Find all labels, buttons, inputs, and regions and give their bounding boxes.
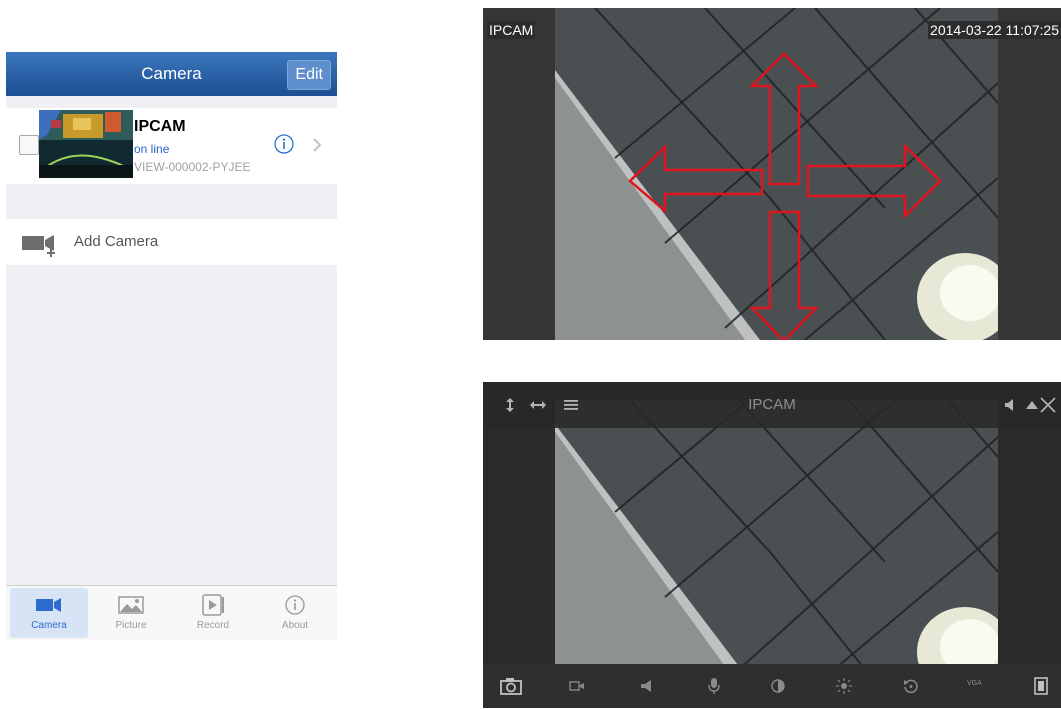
tab-label: Camera: [31, 620, 67, 631]
tab-camera[interactable]: Camera: [10, 588, 88, 638]
tab-bar: Camera Picture Record About: [6, 585, 337, 640]
video-camera-icon: [36, 598, 61, 612]
bottom-control-bar: VGA: [483, 664, 1061, 708]
reset-icon[interactable]: [903, 678, 919, 694]
tab-about[interactable]: About: [256, 588, 334, 638]
add-camera-icon: [22, 235, 55, 257]
tab-label: About: [281, 620, 309, 631]
tab-label: Picture: [115, 620, 147, 631]
tab-picture[interactable]: Picture: [92, 588, 170, 638]
speaker-icon[interactable]: [639, 679, 653, 693]
camera-status: on line: [134, 142, 170, 156]
chevron-right-icon[interactable]: [312, 137, 322, 153]
close-icon[interactable]: [1039, 396, 1057, 414]
info-icon: [285, 595, 305, 615]
contrast-icon[interactable]: [771, 679, 785, 693]
camera-name: IPCAM: [134, 118, 186, 135]
camera-id: VIEW-000002-PYJEE: [134, 160, 251, 174]
add-camera-label: Add Camera: [74, 233, 159, 250]
left-arrow-icon: [628, 144, 764, 214]
tab-record[interactable]: Record: [174, 588, 252, 638]
video-feed[interactable]: [555, 400, 998, 670]
camera-view-controls[interactable]: IPCAM VGA: [483, 382, 1061, 708]
navigation-bar: Camera Edit: [6, 52, 337, 96]
down-arrow-icon: [749, 210, 819, 340]
microphone-icon[interactable]: [707, 677, 721, 695]
snapshot-camera-icon[interactable]: [499, 676, 523, 696]
record-video-icon[interactable]: [569, 680, 585, 692]
edit-button[interactable]: Edit: [287, 60, 331, 90]
camera-thumbnail: [39, 110, 133, 178]
triangle-up-icon[interactable]: [1025, 399, 1039, 411]
ptz-arrows: [628, 52, 942, 340]
phone-screen: Camera Edit IPCAM on line VIEW-000002-PY…: [6, 52, 337, 640]
speaker-icon[interactable]: [1003, 398, 1015, 412]
fullscreen-icon[interactable]: [1033, 676, 1049, 696]
right-arrow-icon: [806, 142, 942, 220]
camera-list-item[interactable]: IPCAM on line VIEW-000002-PYJEE: [6, 108, 337, 184]
up-arrow-icon: [748, 52, 820, 186]
camera-view-ptz[interactable]: IPCAM 2014-03-22 11:07:25: [483, 8, 1061, 340]
brightness-icon[interactable]: [835, 677, 853, 695]
record-icon: [202, 594, 224, 616]
tab-label: Record: [196, 620, 230, 631]
resolution-icon[interactable]: VGA: [967, 680, 982, 687]
select-checkbox[interactable]: [19, 135, 39, 155]
top-control-bar: IPCAM: [483, 382, 1061, 428]
add-camera-row[interactable]: Add Camera: [6, 219, 337, 265]
info-icon[interactable]: [274, 134, 294, 154]
picture-icon: [118, 596, 144, 614]
viewer-title: IPCAM: [748, 396, 796, 413]
